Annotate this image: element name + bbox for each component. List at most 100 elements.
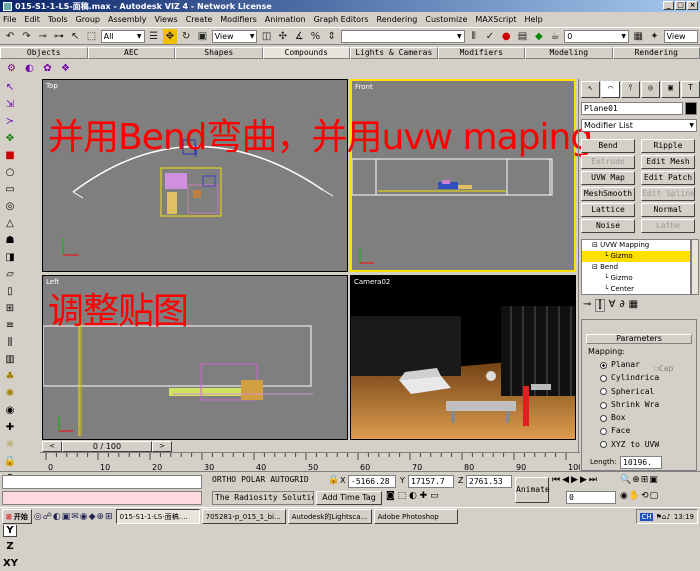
stack-item-gizmo[interactable]: └ Gizmo [582,251,690,262]
tab-objects[interactable]: Objects [0,47,88,59]
animate-button[interactable]: Animate [515,477,549,503]
window-tool-icon[interactable]: ⊞ [3,302,17,316]
menu-tools[interactable]: Tools [48,15,68,24]
mapping-option-box[interactable]: Box [600,412,696,425]
menu-group[interactable]: Group [76,15,100,24]
remove-modifier-icon[interactable]: ∂ [619,299,624,312]
tab-compounds[interactable]: Compounds [263,47,351,59]
menu-file[interactable]: File [3,15,16,24]
light-tool-icon[interactable]: ✺ [3,387,17,401]
mode-polar-button[interactable]: POLAR [241,475,265,484]
modify-tab-icon[interactable]: ⌒ [601,81,620,98]
mapping-radio[interactable] [600,428,607,435]
mapping-option-spherical[interactable]: Spherical [600,386,696,399]
quick-launch-icons[interactable]: ◎☍◐▣✉◉◆⊕⊞ [34,512,114,522]
start-button[interactable]: ⊞开始 [2,509,32,524]
torus-create-icon[interactable]: ◎ [3,200,17,214]
length-field[interactable]: 10196. [620,456,662,469]
angle-snap-icon[interactable]: ∡ [292,29,306,44]
mapping-radio[interactable] [600,415,607,422]
pin-stack-icon[interactable]: ⊸ [583,299,591,312]
select-tool-icon[interactable]: ↖ [3,81,17,95]
compound-icon[interactable]: ⚙ [4,61,19,76]
object-name-field[interactable]: Plane01 [581,102,683,115]
viewport-controls-icons[interactable]: 🔍⊕⊞▣ [620,475,659,485]
quick-render-icon[interactable]: ◆ [532,29,546,44]
spinner-snap-icon[interactable]: ⇕ [325,29,339,44]
menu-create[interactable]: Create [186,15,213,24]
maximize-button[interactable]: □ [675,1,686,10]
mapping-option-planar[interactable]: Planar [600,359,696,372]
plane-icon[interactable]: ▱ [3,268,17,282]
wire-icon[interactable]: ≻ [3,115,17,129]
track-bar-ruler[interactable]: 0102030405060708090100 [40,452,580,472]
cone-create-icon[interactable]: △ [3,217,17,231]
create-tab-icon[interactable]: ↖ [581,81,600,98]
mapping-option-cylindrical[interactable]: Cylindrical [600,372,696,385]
sphere-create-icon[interactable]: ○ [3,166,17,180]
link-icon[interactable]: ⊸ [36,29,50,44]
mapping-radio[interactable] [600,441,607,448]
mapping-option-shrink-wrap[interactable]: Shrink Wrap [600,399,696,412]
mapping-radio[interactable] [600,375,607,382]
xy-axis-button[interactable]: XY [3,557,17,571]
region-select-icon[interactable]: ⬚ [84,29,98,44]
mode-autogrid-button[interactable]: AUTOGRID [270,475,309,484]
rotate-icon[interactable]: ↻ [179,29,193,44]
render-last-icon[interactable]: ▦ [631,29,645,44]
ref-coord-dropdown[interactable]: View▼ [212,30,258,43]
modifier-edit-mesh-button[interactable]: Edit Mesh [641,155,695,169]
render-type-dropdown[interactable]: 0▼ [564,30,629,43]
tab-aec[interactable]: AEC [88,47,176,59]
material-editor-icon[interactable]: ● [499,29,513,44]
loft-icon[interactable]: ❖ [58,61,73,76]
stack-item-center[interactable]: └ Center [582,284,690,295]
cylinder-create-icon[interactable]: ▭ [3,183,17,197]
select-by-name-icon[interactable]: ☰ [147,29,161,44]
frame-field[interactable]: 0 [566,491,616,504]
tray-icons[interactable]: ⚑⌂♪ [656,513,671,521]
boolean-icon[interactable]: ◐ [22,61,37,76]
door-icon[interactable]: ▯ [3,285,17,299]
teapot-icon[interactable]: ☕ [548,29,562,44]
time-next-button[interactable]: > [152,441,172,452]
redo-icon[interactable]: ↷ [19,29,33,44]
rollout-header[interactable]: Parameters [586,334,692,344]
modifier-ripple-button[interactable]: Ripple [641,139,695,153]
z-coord-field[interactable]: 2761.53 [466,475,512,488]
ime-icon[interactable]: CH [640,513,652,521]
snapshot-icon[interactable]: ◨ [3,251,17,265]
modifier-edit-spline-button[interactable]: Edit Spline [641,187,695,201]
utilities-tab-icon[interactable]: T [681,81,700,98]
modifier-normal-button[interactable]: Normal [641,203,695,217]
maxscript-listener[interactable] [2,475,202,489]
mapping-radio[interactable] [600,388,607,395]
configure-sets-icon[interactable]: ▦ [629,299,638,312]
viewport-camera[interactable]: Camera02 [350,275,576,440]
modifier-noise-button[interactable]: Noise [581,219,635,233]
z-axis-button[interactable]: Z [3,540,17,554]
light-icon[interactable]: ✦ [647,29,661,44]
selection-filter[interactable]: All▼ [101,30,145,43]
time-slider-thumb[interactable]: 0 / 100 [62,441,152,452]
wall-icon[interactable]: ▥ [3,353,17,367]
modifier-edit-patch-button[interactable]: Edit Patch [641,171,695,185]
stack-item-uvw-mapping[interactable]: ⊟ UVW Mapping [582,240,690,251]
make-unique-icon[interactable]: ∀ [609,299,616,312]
tab-rendering[interactable]: Rendering [613,47,700,59]
playback-controls[interactable]: ⏮◀▶▶⏭ [552,475,599,485]
menu-animation[interactable]: Animation [265,15,306,24]
modifier-list-dropdown[interactable]: Modifier List▼ [581,119,697,132]
tab-lights-cameras[interactable]: Lights & Cameras [350,47,438,59]
modifier-meshsmooth-button[interactable]: MeshSmooth [581,187,635,201]
figure-icon[interactable]: ☗ [3,234,17,248]
render-scene-icon[interactable]: ▤ [515,29,529,44]
menu-modifiers[interactable]: Modifiers [220,15,257,24]
x-coord-field[interactable]: -5166.28 [348,475,396,488]
mapping-option-face[interactable]: Face [600,425,696,438]
motion-tab-icon[interactable]: ◎ [641,81,660,98]
mode-ortho-button[interactable]: ORTHO [212,475,236,484]
y-axis-button[interactable]: Y [3,523,17,537]
time-prev-button[interactable]: < [42,441,62,452]
mapping-option-xyz-to-uvw[interactable]: XYZ to UVW [600,439,696,452]
